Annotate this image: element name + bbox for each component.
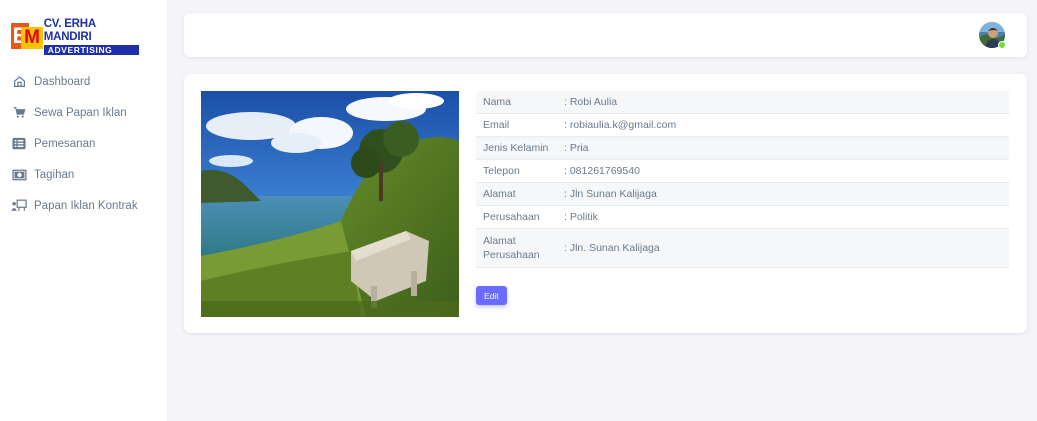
logo-title: CV. ERHA MANDIRI bbox=[43, 17, 96, 43]
landscape-photo-icon bbox=[201, 91, 459, 317]
top-navbar bbox=[184, 13, 1027, 57]
sidebar-item-papan-iklan-kontrak[interactable]: Papan Iklan Kontrak bbox=[0, 190, 166, 221]
sidebar-item-label: Dashboard bbox=[34, 75, 91, 88]
profile-card: Nama : Robi Aulia Email : robiaulia.k@gm… bbox=[184, 74, 1027, 333]
table-row: Jenis Kelamin : Pria bbox=[476, 137, 1009, 160]
row-value: : 081261769540 bbox=[564, 165, 640, 177]
row-value: : robiaulia.k@gmail.com bbox=[564, 119, 677, 131]
sidebar-menu: Dashboard Sewa Papan Iklan Pemesanan Tag… bbox=[0, 66, 166, 221]
sidebar-item-dashboard[interactable]: Dashboard bbox=[0, 66, 166, 97]
money-icon bbox=[11, 167, 27, 183]
table-row: Alamat Perusahaan : Jln. Sunan Kalijaga bbox=[476, 229, 1009, 268]
billboard-icon bbox=[11, 198, 27, 214]
row-value: : Robi Aulia bbox=[564, 96, 618, 108]
row-label: Telepon bbox=[483, 165, 520, 177]
home-icon bbox=[11, 74, 27, 90]
table-row: Telepon : 081261769540 bbox=[476, 160, 1009, 183]
sidebar-item-label: Tagihan bbox=[34, 168, 75, 181]
profile-info-table: Nama : Robi Aulia Email : robiaulia.k@gm… bbox=[476, 91, 1009, 268]
row-value: : Jln. Sunan Kalijaga bbox=[564, 242, 660, 254]
table-row: Email : robiaulia.k@gmail.com bbox=[476, 114, 1009, 137]
sidebar-item-label: Sewa Papan Iklan bbox=[34, 106, 127, 119]
logo-subtitle: ADVERTISING bbox=[43, 44, 139, 55]
table-row: Perusahaan : Politik bbox=[476, 206, 1009, 229]
company-logo[interactable]: E M CV. ERHA MANDIRI ADVERTISING bbox=[11, 18, 139, 55]
main-content: Nama : Robi Aulia Email : robiaulia.k@gm… bbox=[166, 0, 1037, 421]
sidebar-item-pemesanan[interactable]: Pemesanan bbox=[0, 128, 166, 159]
sidebar: E M CV. ERHA MANDIRI ADVERTISING Dashboa… bbox=[0, 0, 166, 421]
row-label: Jenis Kelamin bbox=[483, 142, 549, 154]
cart-icon bbox=[11, 105, 27, 121]
sidebar-item-tagihan[interactable]: Tagihan bbox=[0, 159, 166, 190]
sidebar-item-label: Pemesanan bbox=[34, 137, 96, 150]
list-icon bbox=[11, 136, 27, 152]
online-status-indicator bbox=[998, 41, 1006, 49]
row-label: Alamat bbox=[483, 188, 516, 200]
row-value: : Pria bbox=[564, 142, 589, 154]
row-label: Alamat Perusahaan bbox=[483, 235, 540, 261]
table-row: Alamat : Jln Sunan Kalijaga bbox=[476, 183, 1009, 206]
row-label: Nama bbox=[483, 96, 512, 108]
user-avatar[interactable] bbox=[979, 22, 1006, 49]
sidebar-item-label: Papan Iklan Kontrak bbox=[34, 199, 138, 212]
row-value: : Jln Sunan Kalijaga bbox=[564, 188, 657, 200]
sidebar-item-sewa-papan-iklan[interactable]: Sewa Papan Iklan bbox=[0, 97, 166, 128]
profile-photo bbox=[201, 91, 459, 317]
table-row: Nama : Robi Aulia bbox=[476, 91, 1009, 114]
row-label: Perusahaan bbox=[483, 211, 540, 223]
logo-mark-icon: E M bbox=[11, 23, 43, 49]
row-label: Email bbox=[483, 119, 510, 131]
edit-button[interactable]: Edit bbox=[476, 286, 507, 305]
row-value: : Politik bbox=[564, 211, 598, 223]
